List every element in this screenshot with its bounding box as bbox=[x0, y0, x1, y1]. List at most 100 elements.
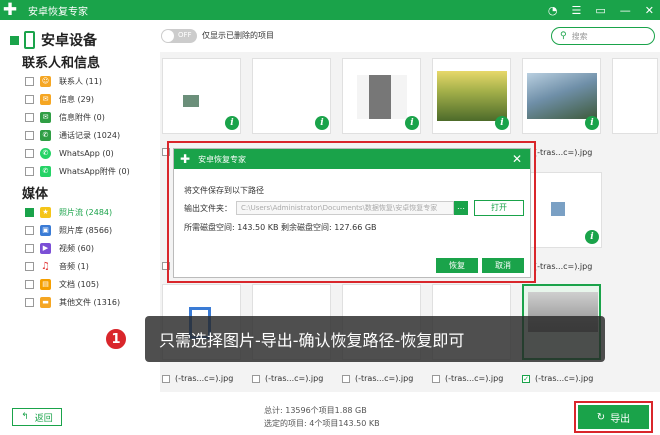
back-arrow-icon: ↰ bbox=[21, 412, 29, 422]
audio-icon: ♫ bbox=[40, 260, 51, 272]
footer-stats: 总计: 13596个项目1.88 GB 选定的项目: 4个项目143.50 KB bbox=[264, 404, 380, 430]
checkbox[interactable] bbox=[162, 374, 170, 383]
close-icon[interactable]: ✕ bbox=[645, 4, 654, 17]
export-icon: ↻ bbox=[596, 411, 606, 423]
browse-button[interactable]: … bbox=[454, 201, 468, 215]
toggle-knob bbox=[162, 30, 174, 42]
checkbox[interactable] bbox=[252, 374, 260, 383]
photo-caption[interactable]: (-tras...c=).jpg bbox=[534, 262, 592, 271]
cancel-button[interactable]: 取消 bbox=[482, 258, 524, 273]
toggle-label: 仅显示已删除的项目 bbox=[202, 31, 274, 40]
checkbox[interactable] bbox=[25, 148, 34, 158]
thumbnail-image bbox=[617, 75, 655, 119]
sidebar-item-label: 信息 (29) bbox=[59, 94, 94, 104]
phone-icon bbox=[24, 31, 35, 49]
sidebar-item-call-log[interactable]: ✆ 通话记录 (1024) bbox=[25, 128, 120, 142]
chat-icon[interactable]: ▭ bbox=[595, 4, 605, 17]
thumbnail-image bbox=[177, 75, 227, 119]
checkbox-checked[interactable] bbox=[25, 207, 34, 217]
photo-caption[interactable]: (-tras...c=).jpg bbox=[252, 374, 323, 383]
checkbox[interactable] bbox=[342, 374, 350, 383]
info-icon[interactable]: i bbox=[315, 116, 329, 130]
app-title: 安卓恢复专家 bbox=[28, 6, 88, 18]
info-icon[interactable]: i bbox=[225, 116, 239, 130]
sidebar-item-label: 照片库 (8566) bbox=[59, 225, 113, 235]
sidebar-item-label: 联系人 (11) bbox=[59, 76, 102, 86]
sidebar-item-photo-library[interactable]: ▣ 照片库 (8566) bbox=[25, 223, 112, 237]
sidebar-item-label: 照片流 (2484) bbox=[59, 207, 113, 217]
thumbnail-image bbox=[267, 75, 317, 119]
sidebar-item-message-attachments[interactable]: ✉ 信息附件 (0) bbox=[25, 110, 105, 124]
close-icon[interactable]: ✕ bbox=[512, 152, 522, 166]
export-button[interactable]: ↻ 导出 bbox=[578, 405, 649, 429]
photo-caption[interactable]: (-tras...c=).jpg bbox=[162, 374, 233, 383]
wifi-icon[interactable]: ◔ bbox=[548, 4, 558, 17]
sidebar-item-label: WhatsApp附件 (0) bbox=[59, 166, 130, 176]
sidebar-item-video[interactable]: ▶ 视频 (60) bbox=[25, 241, 94, 255]
photo-caption[interactable]: (-tras...c=).jpg bbox=[432, 374, 503, 383]
sidebar-item-audio[interactable]: ♫ 音频 (1) bbox=[25, 259, 89, 273]
sidebar-item-messages[interactable]: ✉ 信息 (29) bbox=[25, 92, 94, 106]
instruction-banner: 只需选择图片-导出-确认恢复路径-恢复即可 bbox=[145, 316, 605, 362]
output-path-field[interactable]: C:\Users\Administrator\Documents\数据恢复\安卓… bbox=[236, 201, 454, 215]
search-icon: ⚲ bbox=[560, 31, 567, 41]
checkbox[interactable] bbox=[25, 261, 34, 271]
sidebar-item-label: 视频 (60) bbox=[59, 243, 94, 253]
sidebar-item-other-files[interactable]: ▬ 其他文件 (1316) bbox=[25, 295, 120, 309]
checkbox[interactable] bbox=[25, 297, 34, 307]
checkbox[interactable] bbox=[25, 94, 34, 104]
app-logo-icon: ✚ bbox=[2, 0, 18, 20]
output-folder-label: 输出文件夹： bbox=[184, 204, 232, 213]
info-icon[interactable]: i bbox=[585, 230, 599, 244]
sidebar-item-label: 其他文件 (1316) bbox=[59, 297, 121, 307]
checkbox[interactable] bbox=[25, 225, 34, 235]
sidebar-item-documents[interactable]: ▤ 文档 (105) bbox=[25, 277, 99, 291]
photo-caption[interactable]: ✓ (-tras...c=).jpg bbox=[522, 374, 593, 383]
step-badge: 1 bbox=[104, 327, 128, 351]
sidebar-item-photo-stream[interactable]: ★ 照片流 (2484) bbox=[25, 205, 112, 219]
section-contacts-heading: 联系人和信息 bbox=[22, 56, 101, 71]
info-icon[interactable]: i bbox=[585, 116, 599, 130]
phone-icon: ✆ bbox=[40, 129, 51, 141]
message-icon: ✉ bbox=[40, 93, 51, 105]
search-input[interactable]: ⚲ 搜索 bbox=[551, 27, 655, 45]
sidebar-item-label: WhatsApp (0) bbox=[59, 148, 114, 158]
photo-library-icon: ▣ bbox=[40, 224, 51, 236]
sidebar-item-whatsapp-attachments[interactable]: ✆ WhatsApp附件 (0) bbox=[25, 164, 130, 178]
dialog-prompt: 将文件保存到以下路径 bbox=[184, 186, 264, 195]
sidebar-item-label: 音频 (1) bbox=[59, 261, 89, 271]
sidebar-item-contacts[interactable]: ☺ 联系人 (11) bbox=[25, 74, 102, 88]
deleted-only-toggle[interactable]: OFF bbox=[161, 29, 197, 43]
checkbox[interactable] bbox=[25, 130, 34, 140]
checkbox[interactable] bbox=[25, 166, 34, 176]
device-checkbox[interactable] bbox=[10, 35, 19, 45]
photo-caption[interactable]: (-tras...c=).jpg bbox=[534, 148, 592, 157]
checkbox-checked[interactable]: ✓ bbox=[522, 374, 530, 383]
checkbox[interactable] bbox=[25, 243, 34, 253]
checkbox[interactable] bbox=[25, 76, 34, 86]
device-row[interactable]: 安卓设备 bbox=[10, 30, 97, 50]
checkbox[interactable] bbox=[25, 279, 34, 289]
sidebar-item-label: 信息附件 (0) bbox=[59, 112, 105, 122]
back-button[interactable]: ↰ 返回 bbox=[12, 408, 62, 426]
recover-button[interactable]: 恢复 bbox=[436, 258, 478, 273]
dialog-title: 安卓恢复专家 bbox=[198, 154, 247, 164]
info-icon[interactable]: i bbox=[495, 116, 509, 130]
open-button[interactable]: 打开 bbox=[474, 200, 524, 216]
minimize-icon[interactable]: — bbox=[620, 4, 631, 17]
checkbox[interactable] bbox=[432, 374, 440, 383]
title-bar: ✚ 安卓恢复专家 ◔ ☰ ▭ — ✕ bbox=[0, 0, 660, 20]
checkbox[interactable] bbox=[25, 112, 34, 122]
photo-thumbnail[interactable] bbox=[612, 58, 658, 134]
video-icon: ▶ bbox=[40, 242, 51, 254]
thumbnail-image bbox=[437, 71, 507, 121]
document-icon: ▤ bbox=[40, 278, 51, 290]
info-icon[interactable]: i bbox=[405, 116, 419, 130]
sidebar-item-label: 通话记录 (1024) bbox=[59, 130, 121, 140]
sidebar-item-whatsapp[interactable]: ✆ WhatsApp (0) bbox=[25, 146, 114, 160]
menu-icon[interactable]: ☰ bbox=[572, 4, 582, 17]
photo-caption[interactable]: (-tras...c=).jpg bbox=[342, 374, 413, 383]
photo-stream-icon: ★ bbox=[40, 206, 51, 218]
app-logo-icon: ✚ bbox=[180, 152, 191, 166]
toolbar: OFF 仅显示已删除的项目 ⚲ 搜索 bbox=[157, 20, 660, 52]
